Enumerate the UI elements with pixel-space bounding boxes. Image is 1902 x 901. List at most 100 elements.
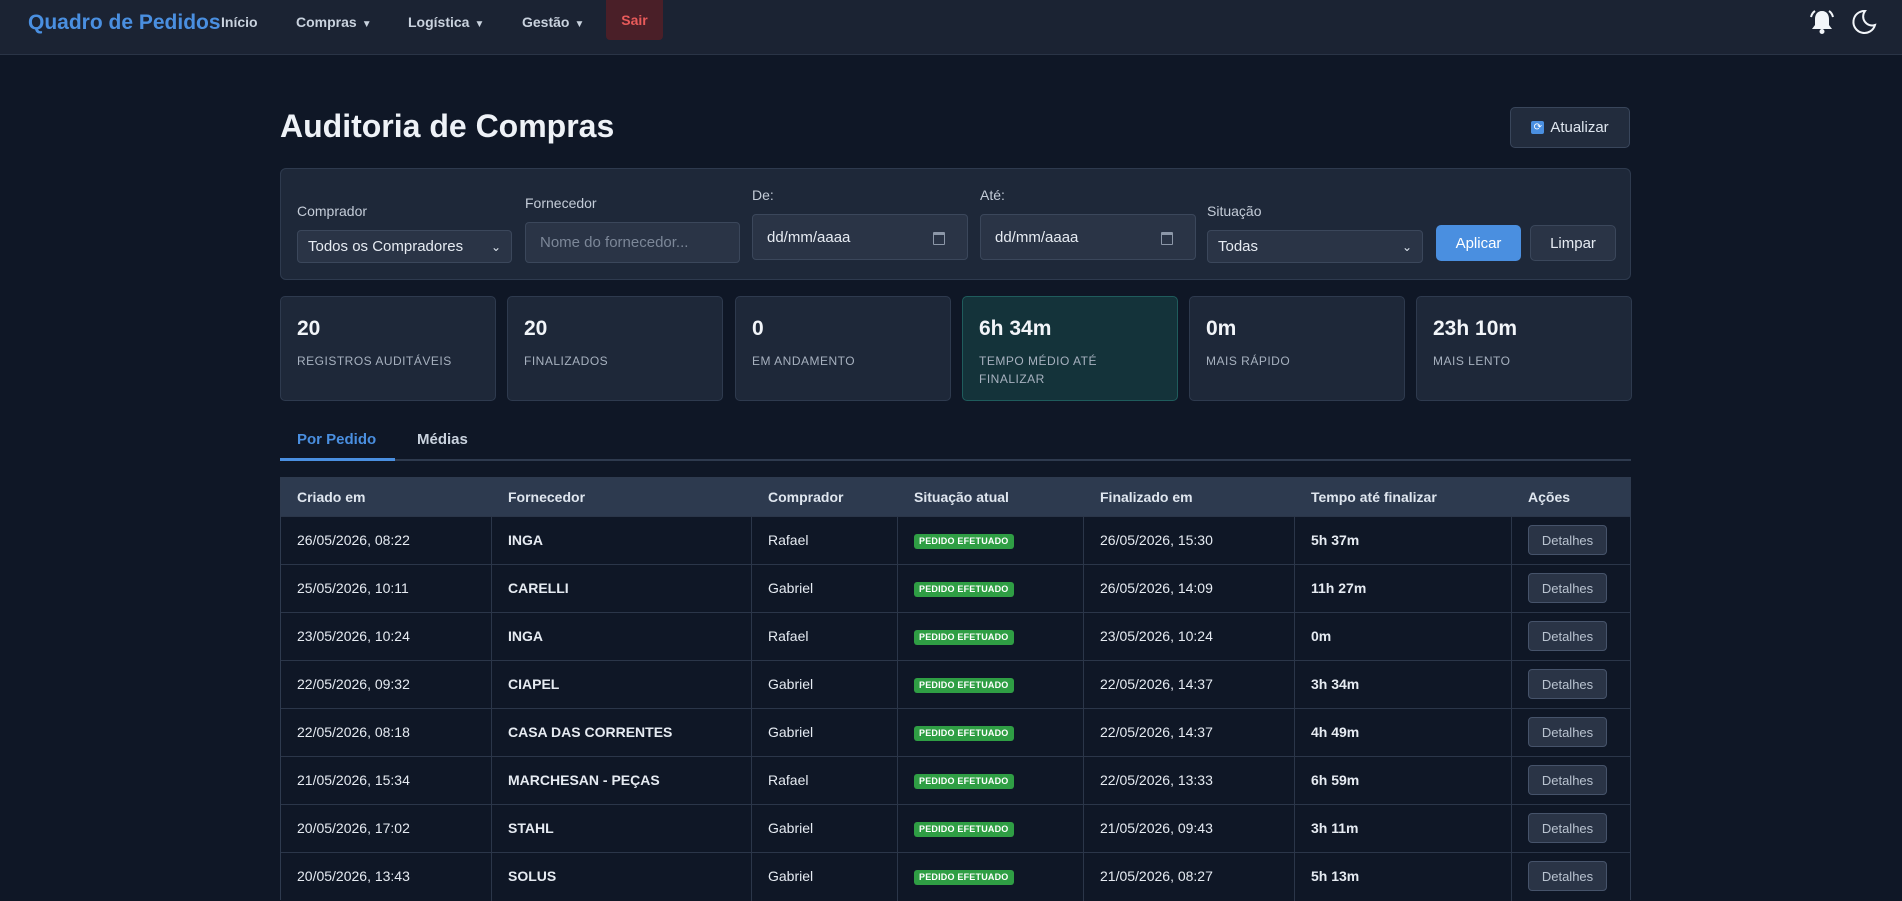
details-button[interactable]: Detalhes xyxy=(1528,573,1607,603)
buyer-cell: Gabriel xyxy=(768,676,814,692)
duration-cell: 11h 27m xyxy=(1311,580,1367,596)
top-navbar: Quadro de Pedidos Início Compras ▼ Logíst… xyxy=(0,0,1902,55)
details-button[interactable]: Detalhes xyxy=(1528,861,1607,891)
supplier-input[interactable]: Nome do fornecedor... xyxy=(525,222,740,263)
nav-link-compras[interactable]: Compras ▼ xyxy=(296,14,372,30)
nav-link-logistica[interactable]: Logística ▼ xyxy=(408,14,484,30)
calendar-icon[interactable] xyxy=(1161,232,1173,245)
stat-value: 0 xyxy=(752,317,764,340)
date-from-label: De: xyxy=(752,187,774,203)
supplier-input-placeholder: Nome do fornecedor... xyxy=(540,234,689,251)
buyer-select[interactable]: Todos os Compradores ⌄ xyxy=(297,230,512,263)
supplier-cell: STAHL xyxy=(508,820,554,836)
column-divider xyxy=(491,613,492,661)
stat-value: 20 xyxy=(297,317,321,340)
table-row[interactable]: 23/05/2026, 10:24 INGA Rafael PEDIDO EFETUA… xyxy=(281,612,1630,661)
tab-por-pedido[interactable]: Por Pedido xyxy=(297,431,376,448)
table-row[interactable]: 22/05/2026, 08:18 CASA DAS CORRENTES Gabri… xyxy=(281,708,1630,757)
column-header[interactable]: Fornecedor xyxy=(508,489,585,505)
duration-cell: 3h 34m xyxy=(1311,676,1360,692)
column-divider xyxy=(1511,805,1512,853)
table-row[interactable]: 22/05/2026, 09:32 CIAPEL Gabriel PEDIDO EFE… xyxy=(281,660,1630,709)
refresh-button[interactable]: ⟳ Atualizar xyxy=(1510,107,1630,148)
created-at-cell: 21/05/2026, 15:34 xyxy=(297,772,410,788)
status-filter-label: Situação xyxy=(1207,203,1262,219)
stat-card-em-andamento: 0 EM ANDAMENTO xyxy=(735,296,951,401)
details-button[interactable]: Detalhes xyxy=(1528,621,1607,651)
column-divider xyxy=(751,613,752,661)
supplier-cell: CARELLI xyxy=(508,580,569,596)
clear-button[interactable]: Limpar xyxy=(1530,225,1616,261)
column-divider xyxy=(751,565,752,613)
stat-value: 20 xyxy=(524,317,548,340)
nav-link-label: Logística xyxy=(408,14,470,30)
stat-label: EM ANDAMENTO xyxy=(752,354,856,368)
stat-label: FINALIZADOS xyxy=(524,354,609,368)
column-divider xyxy=(491,517,492,565)
status-badge: PEDIDO EFETUADO xyxy=(914,822,1014,837)
supplier-cell: CASA DAS CORRENTES xyxy=(508,724,673,740)
refresh-label: Atualizar xyxy=(1550,119,1609,136)
date-to-input[interactable]: dd/mm/aaaa xyxy=(980,214,1196,260)
finished-at-cell: 22/05/2026, 14:37 xyxy=(1100,724,1213,740)
apply-button[interactable]: Aplicar xyxy=(1436,225,1521,261)
status-select[interactable]: Todas ⌄ xyxy=(1207,230,1423,263)
buyer-cell: Gabriel xyxy=(768,724,814,740)
column-divider xyxy=(897,757,898,805)
status-select-value: Todas xyxy=(1218,238,1259,255)
nav-link-label: Gestão xyxy=(522,14,570,30)
details-button[interactable]: Detalhes xyxy=(1528,717,1607,747)
table-row[interactable]: 26/05/2026, 08:22 INGA Rafael PEDIDO EFETUA… xyxy=(281,516,1630,565)
duration-cell: 0m xyxy=(1311,628,1332,644)
column-divider xyxy=(1511,613,1512,661)
column-divider xyxy=(1511,565,1512,613)
date-to-label: Até: xyxy=(980,187,1005,203)
stat-value: 0m xyxy=(1206,317,1237,340)
column-header: Ações xyxy=(1528,489,1571,505)
column-header[interactable]: Comprador xyxy=(768,489,843,505)
column-header[interactable]: Finalizado em xyxy=(1100,489,1193,505)
stat-card-registros: 20 REGISTROS AUDITÁVEIS xyxy=(280,296,496,401)
column-header[interactable]: Criado em xyxy=(297,489,365,505)
table-row[interactable]: 21/05/2026, 15:34 MARCHESAN - PEÇAS Rafael… xyxy=(281,756,1630,805)
supplier-cell: CIAPEL xyxy=(508,676,560,692)
column-header[interactable]: Tempo até finalizar xyxy=(1311,489,1437,505)
nav-link-inicio[interactable]: Início xyxy=(221,14,258,30)
calendar-icon[interactable] xyxy=(933,232,945,245)
table-row[interactable]: 20/05/2026, 17:02 STAHL Gabriel PEDIDO EFET… xyxy=(281,804,1630,853)
date-from-input[interactable]: dd/mm/aaaa xyxy=(752,214,968,260)
details-button[interactable]: Detalhes xyxy=(1528,765,1607,795)
supplier-cell: SOLUS xyxy=(508,868,557,884)
column-divider xyxy=(1294,757,1295,805)
status-badge: PEDIDO EFETUADO xyxy=(914,630,1014,645)
theme-toggle-icon[interactable] xyxy=(1850,8,1878,36)
tab-medias[interactable]: Médias xyxy=(417,431,468,448)
column-divider xyxy=(751,517,752,565)
view-tabs: Por Pedido Médias xyxy=(280,420,1631,461)
caret-down-icon: ▼ xyxy=(474,19,485,30)
buyer-cell: Gabriel xyxy=(768,868,814,884)
column-divider xyxy=(1083,853,1084,901)
nav-link-gestao[interactable]: Gestão ▼ xyxy=(522,14,584,30)
created-at-cell: 26/05/2026, 08:22 xyxy=(297,532,410,548)
stat-value: 6h 34m xyxy=(979,317,1052,340)
nav-link-label: Compras xyxy=(296,14,357,30)
details-button[interactable]: Detalhes xyxy=(1528,669,1607,699)
logout-button[interactable]: Sair xyxy=(606,0,663,40)
column-divider xyxy=(491,853,492,901)
column-divider xyxy=(491,661,492,709)
supplier-filter-label: Fornecedor xyxy=(525,195,597,211)
column-divider xyxy=(1083,613,1084,661)
duration-cell: 3h 11m xyxy=(1311,820,1359,836)
column-header[interactable]: Situação atual xyxy=(914,489,1009,505)
column-divider xyxy=(751,709,752,757)
column-divider xyxy=(1294,517,1295,565)
details-button[interactable]: Detalhes xyxy=(1528,813,1607,843)
brand-logo[interactable]: Quadro de Pedidos xyxy=(28,11,221,35)
details-button[interactable]: Detalhes xyxy=(1528,525,1607,555)
bell-icon[interactable] xyxy=(1808,8,1836,36)
buyer-cell: Rafael xyxy=(768,532,809,548)
caret-down-icon: ▼ xyxy=(574,19,585,30)
duration-cell: 6h 59m xyxy=(1311,772,1360,788)
table-row[interactable]: 25/05/2026, 10:11 CARELLI Gabriel PEDIDO EF… xyxy=(281,564,1630,613)
